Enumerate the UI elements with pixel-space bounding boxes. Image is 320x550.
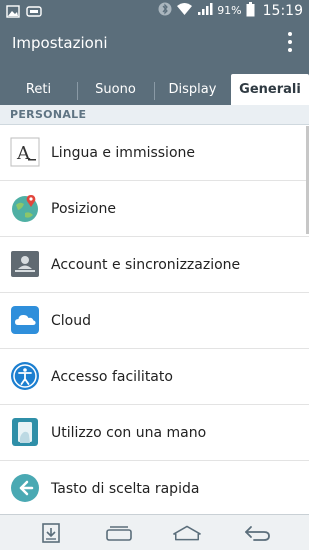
list-item-tasto-scelta-rapida[interactable]: Tasto di scelta rapida [0, 461, 309, 517]
list-item-label: Utilizzo con una mano [51, 425, 207, 441]
account-sync-icon [10, 249, 40, 279]
tab-bar: Reti Suono Display Generali [0, 68, 309, 105]
list-item-label: Posizione [51, 201, 116, 217]
shortcut-key-icon [10, 473, 40, 503]
gallery-notification-icon [6, 3, 20, 22]
cloud-icon [10, 305, 40, 335]
wifi-icon [176, 2, 193, 19]
scrollbar[interactable] [306, 126, 309, 234]
section-title: PERSONALE [10, 108, 87, 121]
recent-apps-icon[interactable] [104, 520, 134, 546]
battery-percent: 91% [217, 4, 242, 17]
list-item-utilizzo-una-mano[interactable]: Utilizzo con una mano [0, 405, 309, 461]
list-item-posizione[interactable]: Posizione [0, 181, 309, 237]
message-notification-icon [26, 3, 42, 22]
list-item-label: Tasto di scelta rapida [51, 481, 200, 497]
tab-reti[interactable]: Reti [0, 74, 77, 105]
app-bar: Impostazioni [0, 22, 309, 68]
signal-icon [197, 2, 213, 19]
tab-suono[interactable]: Suono [77, 74, 154, 105]
section-header: PERSONALE [0, 105, 309, 125]
list-item-label: Cloud [51, 313, 91, 329]
tab-display[interactable]: Display [154, 74, 231, 105]
bluetooth-icon [158, 1, 172, 20]
location-icon [10, 193, 40, 223]
status-bar: 91% 15:19 [0, 0, 309, 22]
list-item-lingua[interactable]: A Lingua e immissione [0, 125, 309, 181]
clock: 15:19 [262, 2, 303, 19]
settings-list: A Lingua e immissione Posizione Account … [0, 125, 309, 517]
list-item-label: Account e sincronizzazione [51, 257, 241, 273]
list-item-cloud[interactable]: Cloud [0, 293, 309, 349]
accessibility-icon [10, 361, 40, 391]
back-icon[interactable] [242, 520, 272, 546]
page-title: Impostazioni [12, 34, 108, 52]
list-item-accesso-facilitato[interactable]: Accesso facilitato [0, 349, 309, 405]
battery-icon [246, 1, 255, 20]
navigation-bar [0, 514, 309, 550]
overflow-menu-icon[interactable] [285, 32, 295, 54]
list-item-label: Lingua e immissione [51, 145, 195, 161]
notification-shade-icon[interactable] [36, 520, 66, 546]
home-icon[interactable] [172, 520, 202, 546]
svg-text:A: A [16, 143, 31, 164]
language-icon: A [10, 137, 40, 167]
tab-generali[interactable]: Generali [231, 74, 309, 105]
list-item-label: Accesso facilitato [51, 369, 173, 385]
one-hand-icon [10, 417, 40, 447]
list-item-account[interactable]: Account e sincronizzazione [0, 237, 309, 293]
